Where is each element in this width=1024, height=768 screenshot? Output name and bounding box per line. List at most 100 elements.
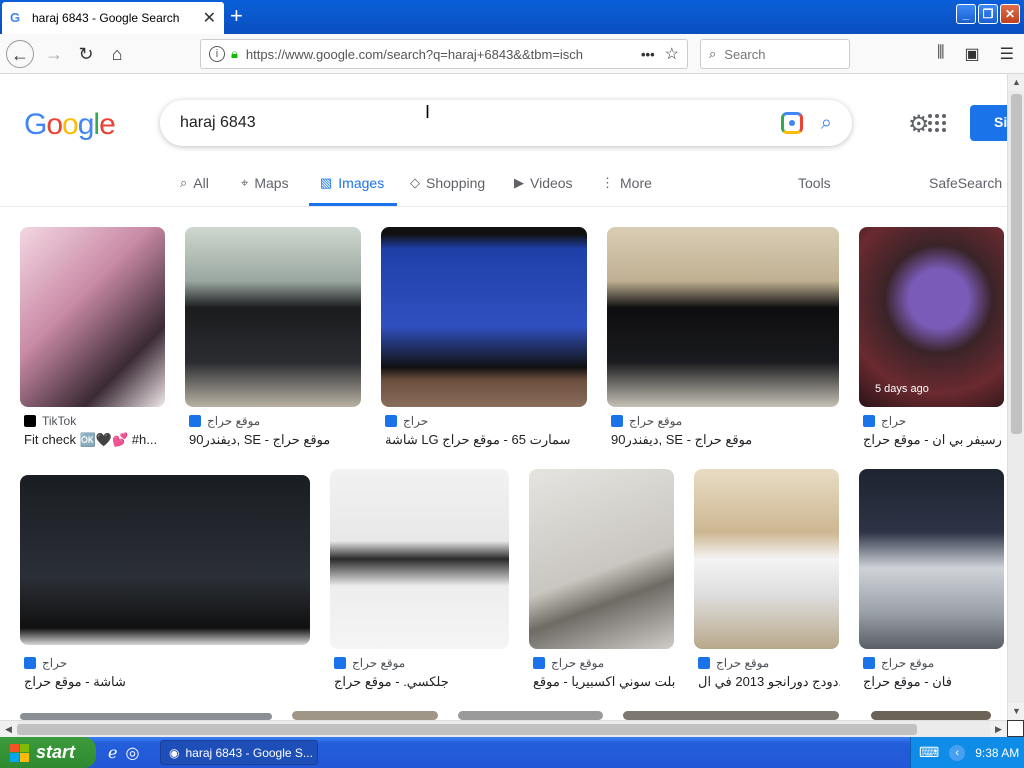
scroll-up-arrow-icon[interactable]: ▲ xyxy=(1008,74,1024,91)
browser-search-input[interactable]: ⌕ Search xyxy=(700,39,850,69)
url-text[interactable]: https://www.google.com/search?q=haraj+68… xyxy=(246,47,631,62)
new-tab-button[interactable]: + xyxy=(230,4,243,28)
close-tab-icon[interactable]: ✕ xyxy=(203,8,216,28)
result-thumbnail[interactable] xyxy=(185,227,361,407)
close-window-button[interactable]: ✕ xyxy=(1000,4,1020,24)
result-caption[interactable]: شاشة - موقع حراج xyxy=(24,674,308,690)
internet-explorer-icon[interactable]: ℯ xyxy=(108,743,117,763)
settings-gear-icon[interactable]: ⚙ xyxy=(908,110,930,139)
info-icon[interactable]: i xyxy=(209,46,225,62)
result-thumbnail[interactable] xyxy=(859,469,1004,649)
search-tabs: ⌕ All ⌖ Maps ▧ Images ◇ Shopping ▶ Videos ⋮ Mo… xyxy=(0,165,1010,207)
result-thumbnail[interactable] xyxy=(458,711,603,720)
start-button[interactable]: start xyxy=(0,737,96,768)
result-caption[interactable]: ديفندر90, SE - موقع حراج xyxy=(611,432,837,448)
minimize-button[interactable]: _ xyxy=(956,4,976,24)
tray-expand-icon[interactable]: ‹ xyxy=(949,744,966,761)
page-actions-button[interactable]: ••• xyxy=(641,47,655,62)
result-caption[interactable]: رسيفر بي ان - موقع حراج xyxy=(863,432,1005,448)
sidebar-icon[interactable]: ▣ xyxy=(965,44,980,64)
result-thumbnail[interactable] xyxy=(20,475,310,645)
result-thumbnail[interactable] xyxy=(694,469,839,649)
tab-more[interactable]: ⋮ More xyxy=(601,175,652,191)
text-cursor-icon: I xyxy=(425,102,431,122)
reload-button[interactable]: ↻ xyxy=(72,40,100,68)
result-source[interactable]: موقع حراج xyxy=(611,414,682,428)
google-search-box[interactable]: haraj 6843 ⌕ xyxy=(160,100,852,146)
tab-videos[interactable]: ▶ Videos xyxy=(514,175,573,191)
result-thumbnail[interactable] xyxy=(607,227,839,407)
result-source[interactable]: موقع حراج xyxy=(334,656,405,670)
back-button[interactable]: ← xyxy=(6,40,34,68)
tab-title: haraj 6843 - Google Search xyxy=(32,11,180,25)
url-bar[interactable]: i 🔒︎ https://www.google.com/search?q=har… xyxy=(200,39,688,69)
result-caption[interactable]: جلكسي. - موقع حراج xyxy=(334,674,509,690)
result-caption[interactable]: دودج دورانجو 2013 في ال... xyxy=(698,674,840,690)
browser-tab[interactable]: G haraj 6843 - Google Search ✕ xyxy=(2,2,224,34)
result-caption[interactable]: فان - موقع حراج xyxy=(863,674,1005,690)
result-source[interactable]: موقع حراج xyxy=(698,656,769,670)
result-thumbnail[interactable] xyxy=(330,469,509,649)
google-lens-icon[interactable] xyxy=(780,112,803,134)
result-source[interactable]: حراج xyxy=(863,414,906,428)
safesearch-button[interactable]: SafeSearch xyxy=(929,175,1002,191)
result-thumbnail[interactable] xyxy=(292,711,438,720)
more-vert-icon: ⋮ xyxy=(601,175,614,190)
tab-images[interactable]: ▧ Images xyxy=(320,175,384,191)
result-thumbnail[interactable] xyxy=(871,711,991,720)
taskbar-item-browser[interactable]: ◉ haraj 6843 - Google S... xyxy=(160,740,318,765)
forward-button[interactable]: → xyxy=(40,40,68,68)
haraj-favicon-icon xyxy=(863,657,875,669)
result-caption[interactable]: ديفندر90, SE - موقع حراج xyxy=(189,432,361,448)
result-caption[interactable]: Fit check 🆗🖤💕 #h... xyxy=(24,432,164,448)
google-logo[interactable]: Google xyxy=(24,108,116,142)
menu-icon[interactable]: ☰ xyxy=(1000,44,1014,64)
vertical-scrollbar[interactable]: ▲ ▼ xyxy=(1007,74,1024,720)
result-thumbnail[interactable] xyxy=(20,713,272,720)
tab-all[interactable]: ⌕ All xyxy=(180,175,209,191)
scroll-down-arrow-icon[interactable]: ▼ xyxy=(1008,703,1024,720)
result-age: 5 days ago xyxy=(875,383,929,395)
tiktok-icon xyxy=(24,415,36,427)
quick-launch: ℯ ◎ xyxy=(108,743,139,763)
horizontal-scroll-thumb[interactable] xyxy=(17,724,917,735)
haraj-favicon-icon xyxy=(24,657,36,669)
search-icon: ⌕ xyxy=(709,46,717,61)
maximize-button[interactable]: ❐ xyxy=(978,4,998,24)
result-source[interactable]: موقع حراج xyxy=(533,656,604,670)
haraj-favicon-icon xyxy=(611,415,623,427)
result-source[interactable]: موقع حراج xyxy=(863,656,934,670)
browser-quicklaunch-icon[interactable]: ◎ xyxy=(125,743,139,763)
result-thumbnail[interactable] xyxy=(623,711,839,720)
result-caption[interactable]: شاشة LG سمارت 65 - موقع حراج xyxy=(385,432,585,448)
tab-bar: G haraj 6843 - Google Search ✕ + _ ❐ ✕ xyxy=(0,0,1024,34)
haraj-favicon-icon xyxy=(189,415,201,427)
bookmark-star-icon[interactable]: ☆ xyxy=(665,44,679,64)
result-thumbnail[interactable]: 5 days ago xyxy=(859,227,1004,407)
result-thumbnail[interactable] xyxy=(20,227,165,407)
google-favicon-icon: G xyxy=(10,10,21,25)
search-submit-icon[interactable]: ⌕ xyxy=(821,112,832,135)
library-icon[interactable]: ⫼ xyxy=(937,44,944,64)
map-pin-icon: ⌖ xyxy=(241,175,249,190)
search-query[interactable]: haraj 6843 xyxy=(180,114,781,132)
keyboard-icon[interactable]: ⌨ xyxy=(919,744,939,761)
tools-button[interactable]: Tools xyxy=(798,175,831,191)
horizontal-scrollbar[interactable]: ◀ ▶ xyxy=(0,720,1007,738)
result-source[interactable]: موقع حراج xyxy=(189,414,260,428)
result-source[interactable]: حراج xyxy=(385,414,428,428)
result-thumbnail[interactable] xyxy=(529,469,674,649)
result-thumbnail[interactable] xyxy=(381,227,587,407)
screen: G haraj 6843 - Google Search ✕ + _ ❐ ✕ ←… xyxy=(0,0,1024,768)
tab-maps[interactable]: ⌖ Maps xyxy=(241,175,289,191)
scroll-right-arrow-icon[interactable]: ▶ xyxy=(990,721,1007,738)
image-icon: ▧ xyxy=(320,175,333,190)
home-button[interactable]: ⌂ xyxy=(103,40,131,68)
vertical-scroll-thumb[interactable] xyxy=(1011,94,1022,434)
tab-shopping[interactable]: ◇ Shopping xyxy=(410,175,485,191)
result-source[interactable]: TikTok xyxy=(24,414,76,428)
apps-grid-icon[interactable] xyxy=(928,114,946,132)
scroll-left-arrow-icon[interactable]: ◀ xyxy=(0,721,17,738)
result-caption[interactable]: تابلت سوني اكسبيريا - موقع ... xyxy=(533,674,675,690)
result-source[interactable]: حراج xyxy=(24,656,67,670)
